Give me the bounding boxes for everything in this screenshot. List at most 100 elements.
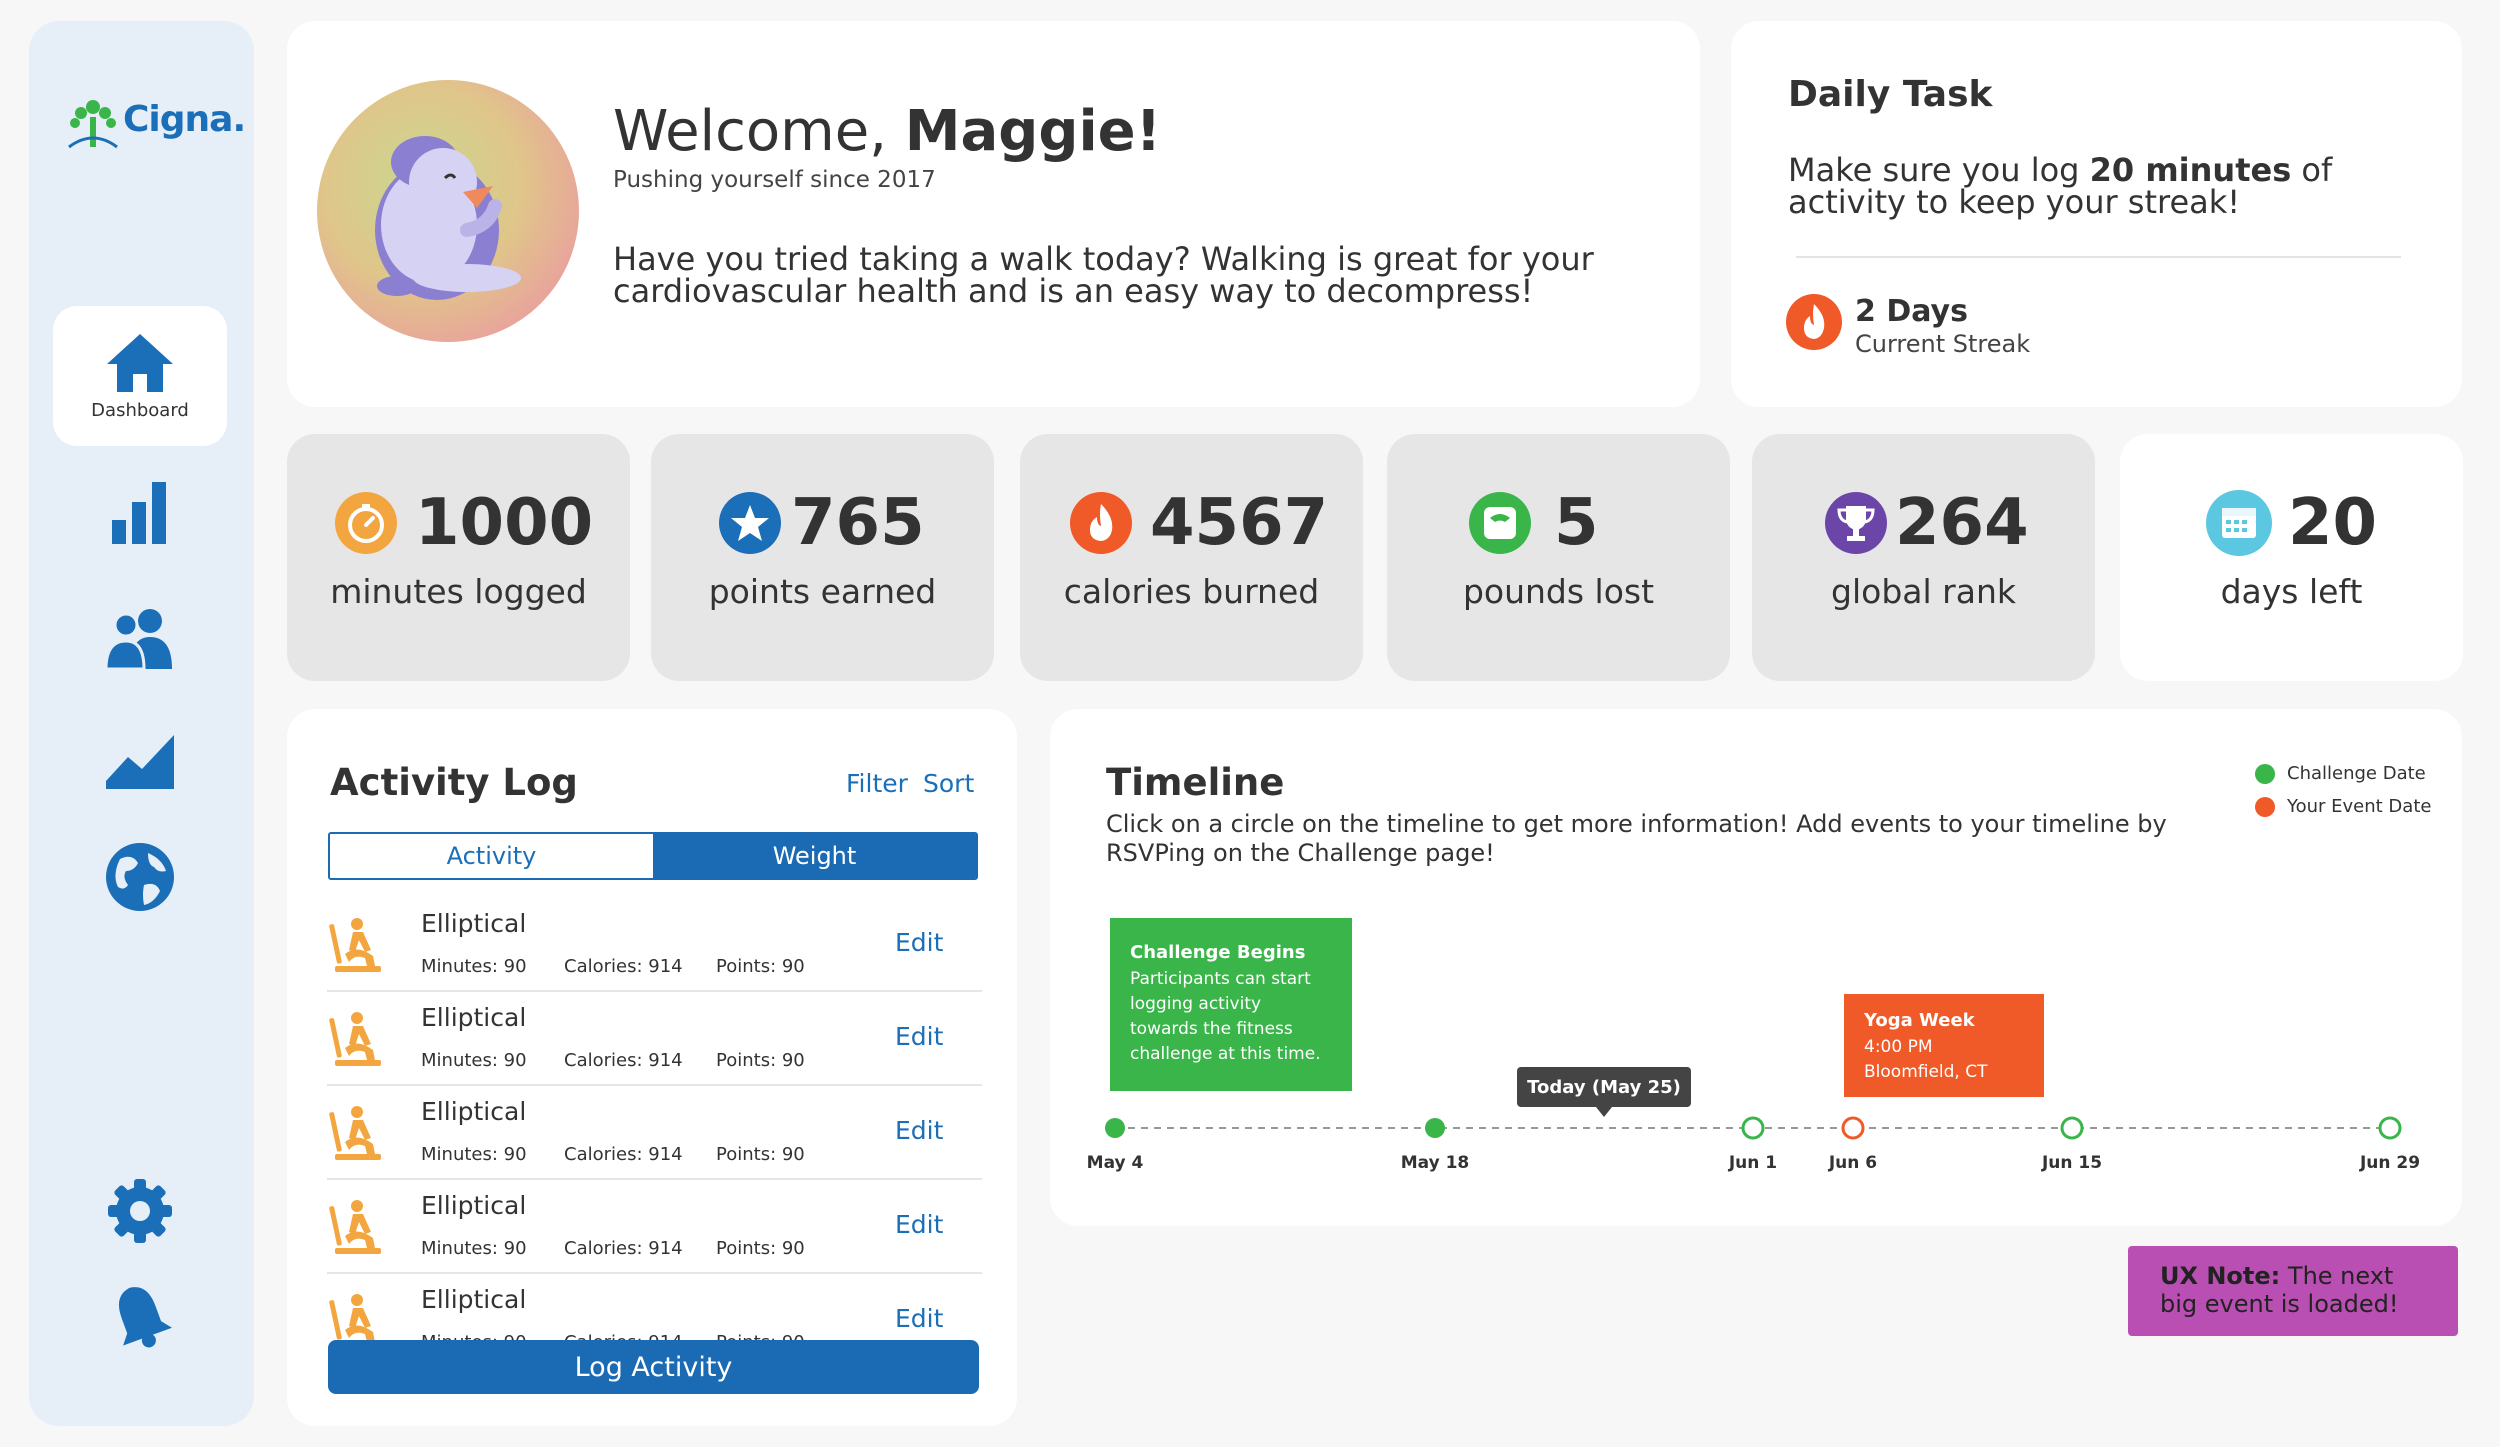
timeline-card: Timeline Click on a circle on the timeli…: [1050, 709, 2462, 1226]
sidebar: Cigna. Dashboard: [29, 21, 254, 1426]
avatar: [317, 80, 579, 342]
bell-icon: [118, 1287, 172, 1348]
activity-name: Elliptical: [421, 909, 527, 938]
list-item: Elliptical Minutes: 90 Calories: 914 Poi…: [327, 992, 982, 1086]
stat-pounds-lost: 5 pounds lost: [1387, 434, 1730, 681]
stat-label: calories burned: [1063, 572, 1320, 611]
tab-weight[interactable]: Weight: [653, 834, 976, 878]
stat-label: points earned: [708, 572, 937, 611]
activity-points: Points: 90: [716, 1238, 805, 1259]
activity-minutes: Minutes: 90: [421, 956, 527, 977]
timeline-point-jun-15[interactable]: [2060, 1116, 2084, 1140]
activity-tabs: Activity Weight: [328, 832, 978, 880]
list-item: Elliptical Minutes: 90 Calories: 914 Poi…: [327, 1180, 982, 1274]
gear-icon: [108, 1179, 172, 1243]
timeline-point-may-4[interactable]: [1105, 1118, 1125, 1138]
activity-name: Elliptical: [421, 1097, 527, 1126]
log-activity-button[interactable]: Log Activity: [328, 1340, 979, 1394]
activity-minutes: Minutes: 90: [421, 1238, 527, 1259]
stat-label: pounds lost: [1462, 572, 1655, 611]
timeline-point-jun-1[interactable]: [1741, 1116, 1765, 1140]
stat-value: 264: [1895, 486, 2029, 560]
stat-global-rank: 264 global rank: [1752, 434, 2095, 681]
welcome-card: Welcome, Maggie! Pushing yourself since …: [287, 21, 1700, 407]
sidebar-item-progress[interactable]: [53, 721, 227, 801]
elliptical-icon: [329, 918, 381, 972]
cigna-logo[interactable]: Cigna.: [67, 93, 246, 149]
date-label: Jun 29: [2359, 1153, 2421, 1173]
activity-minutes: Minutes: 90: [421, 1050, 527, 1071]
edit-button[interactable]: Edit: [895, 1116, 943, 1145]
elliptical-icon: [329, 1200, 381, 1254]
stat-value: 765: [791, 486, 925, 560]
date-label: Jun 15: [2041, 1153, 2103, 1173]
list-item: Elliptical Minutes: 90 Calories: 914 Poi…: [327, 898, 982, 992]
stat-days-left: 20 days left: [2120, 434, 2463, 681]
edit-button[interactable]: Edit: [895, 1304, 943, 1333]
sidebar-item-settings[interactable]: [53, 1171, 227, 1251]
activity-name: Elliptical: [421, 1191, 527, 1220]
timeline-point-may-18[interactable]: [1425, 1118, 1445, 1138]
stat-value: 5: [1554, 486, 1599, 560]
calendar-icon: [2206, 490, 2272, 556]
activity-calories: Calories: 914: [564, 1144, 683, 1165]
activity-name: Elliptical: [421, 1285, 527, 1314]
stat-label: days left: [2220, 572, 2363, 611]
elliptical-icon: [329, 1106, 381, 1160]
date-label: May 4: [1086, 1153, 1144, 1173]
activity-calories: Calories: 914: [564, 956, 683, 977]
activity-calories: Calories: 914: [564, 1050, 683, 1071]
user-name: Maggie!: [904, 99, 1162, 164]
edit-button[interactable]: Edit: [895, 1022, 943, 1051]
activity-log-title: Activity Log: [330, 761, 578, 804]
edit-button[interactable]: Edit: [895, 928, 943, 957]
list-item: Elliptical Minutes: 90 Calories: 914 Poi…: [327, 1274, 982, 1343]
activity-points: Points: 90: [716, 1050, 805, 1071]
welcome-message: Have you tried taking a walk today? Walk…: [613, 240, 1594, 310]
sidebar-item-label: Dashboard: [91, 399, 189, 421]
activity-points: Points: 90: [716, 1144, 805, 1165]
timeline-point-jun-6[interactable]: [1841, 1116, 1865, 1140]
activity-log-card: Activity Log Filter Sort Activity Weight…: [287, 709, 1017, 1426]
ux-note: UX Note: The next big event is loaded!: [2128, 1246, 2458, 1336]
stat-points-earned: 765 points earned: [651, 434, 994, 681]
page-title: Welcome, Maggie!: [613, 99, 1161, 164]
globe-icon: [106, 843, 174, 911]
welcome-subtitle: Pushing yourself since 2017: [613, 167, 936, 193]
timeline-track: [1105, 1107, 2402, 1140]
stat-value: 20: [2288, 486, 2378, 560]
tab-activity[interactable]: Activity: [330, 834, 653, 878]
sidebar-item-global[interactable]: [53, 837, 227, 917]
streak-days: 2 Days: [1855, 294, 1968, 329]
edit-button[interactable]: Edit: [895, 1210, 943, 1239]
date-label: Jun 1: [1728, 1153, 1778, 1173]
divider: [1796, 256, 2401, 258]
trend-icon: [106, 735, 174, 789]
trophy-icon: [1825, 492, 1887, 554]
people-icon: [104, 609, 172, 669]
stat-value: 1000: [415, 486, 594, 560]
activity-calories: Calories: 914: [564, 1238, 683, 1259]
ux-note-label: UX Note:: [2160, 1262, 2281, 1290]
sidebar-item-community[interactable]: [53, 598, 227, 678]
elliptical-icon: [329, 1012, 381, 1066]
date-label: Jun 6: [1828, 1153, 1878, 1173]
streak-label: Current Streak: [1855, 330, 2031, 358]
timeline-point-jun-29[interactable]: [2378, 1116, 2402, 1140]
sidebar-item-dashboard[interactable]: Dashboard: [53, 306, 227, 446]
daily-task-text: Make sure you log 20 minutes of activity…: [1788, 154, 2448, 218]
stat-minutes-logged: 1000 minutes logged: [287, 434, 630, 681]
greeting-text: Welcome,: [613, 99, 887, 164]
stat-label: minutes logged: [330, 572, 587, 611]
stat-value: 4567: [1150, 486, 1329, 560]
elliptical-icon: [329, 1294, 381, 1343]
list-item: Elliptical Minutes: 90 Calories: 914 Poi…: [327, 1086, 982, 1180]
stat-label: global rank: [1831, 572, 2016, 611]
sidebar-item-notifications[interactable]: [53, 1276, 227, 1356]
flame-icon: [1786, 294, 1842, 350]
filter-link[interactable]: Filter: [846, 769, 908, 798]
sort-link[interactable]: Sort: [923, 769, 974, 798]
daily-task-card: Daily Task Make sure you log 20 minutes …: [1731, 21, 2462, 407]
activity-list: Elliptical Minutes: 90 Calories: 914 Poi…: [327, 898, 982, 1343]
sidebar-item-stats[interactable]: [53, 473, 227, 553]
